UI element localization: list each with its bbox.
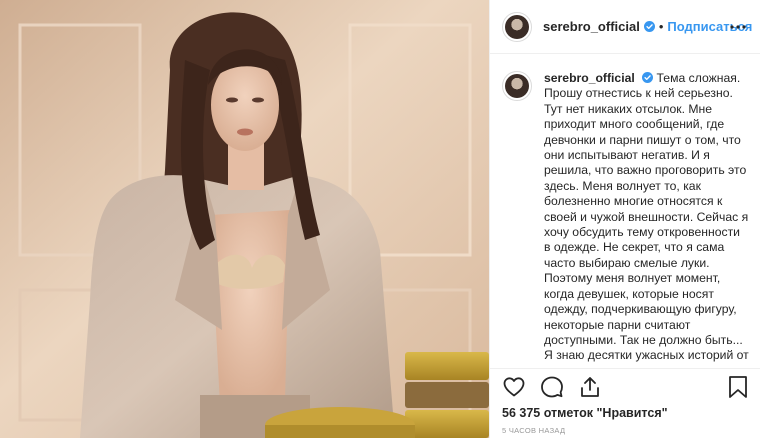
post-caption: serebro_official Тема сложная. Прошу отн… [544, 71, 749, 368]
caption-username[interactable]: serebro_official [544, 71, 635, 85]
post-side-panel: serebro_official • Подписаться serebro_o… [489, 0, 760, 438]
avatar-image [505, 14, 529, 39]
post-photo-illustration [0, 0, 489, 438]
action-bar [490, 368, 760, 404]
post-photo[interactable] [0, 0, 489, 438]
heart-icon[interactable] [502, 375, 526, 399]
caption-avatar-image [505, 74, 529, 98]
header-username[interactable]: serebro_official [543, 19, 640, 34]
caption-text: Тема сложная. Прошу отнестись к ней серь… [544, 71, 749, 363]
caption-avatar[interactable] [502, 71, 532, 101]
likes-count[interactable]: 56 375 отметок "Нравится" [502, 406, 668, 420]
post-timestamp[interactable]: 5 часов назад [502, 426, 565, 435]
caption-area: serebro_official Тема сложная. Прошу отн… [490, 55, 760, 368]
avatar[interactable] [502, 11, 532, 42]
bookmark-icon[interactable] [727, 375, 749, 399]
header-separator: • [658, 19, 664, 34]
comment-icon[interactable] [540, 375, 564, 399]
share-icon[interactable] [578, 375, 602, 399]
caption-verified-badge-icon [642, 72, 654, 83]
post-header: serebro_official • Подписаться [490, 0, 760, 54]
verified-badge-icon [643, 21, 655, 32]
more-options-icon[interactable] [729, 18, 747, 36]
